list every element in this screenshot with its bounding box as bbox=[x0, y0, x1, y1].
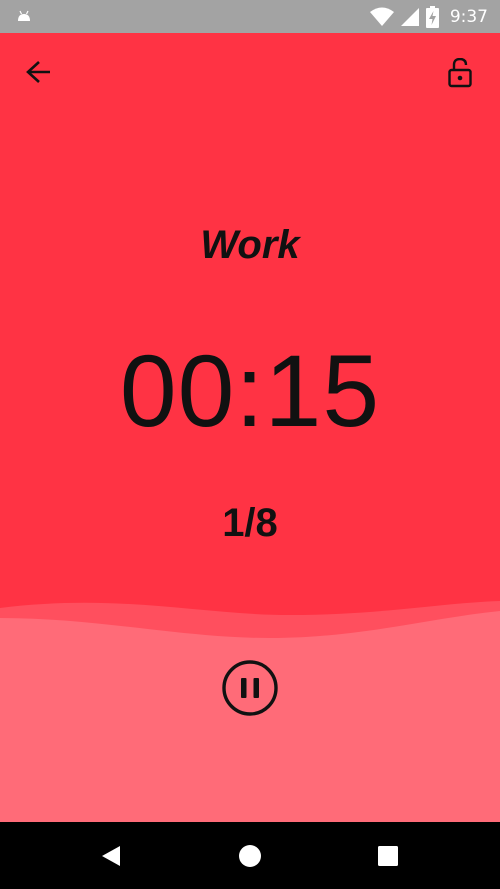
nav-recents-icon bbox=[378, 845, 398, 866]
unlock-icon bbox=[448, 58, 472, 88]
status-icons: 9:37 bbox=[369, 0, 488, 33]
phase-label: Work bbox=[200, 223, 300, 267]
screen: 9:37 Work 00:15 1/8 bbox=[0, 0, 500, 889]
cell-signal-icon bbox=[400, 7, 419, 26]
pause-button[interactable] bbox=[219, 657, 281, 719]
nav-back-icon bbox=[102, 845, 120, 866]
nav-home-icon bbox=[239, 844, 261, 867]
android-icon bbox=[18, 10, 30, 21]
timer-screen: Work 00:15 1/8 bbox=[0, 33, 500, 822]
nav-back-button[interactable] bbox=[81, 822, 141, 889]
status-time: 9:37 bbox=[449, 6, 488, 27]
battery-charging-icon bbox=[425, 5, 439, 28]
nav-recents-button[interactable] bbox=[358, 822, 418, 889]
wifi-icon bbox=[369, 7, 394, 26]
pause-circle-icon bbox=[222, 660, 278, 716]
back-button[interactable] bbox=[20, 57, 58, 87]
status-bar: 9:37 bbox=[0, 0, 500, 33]
round-counter: 1/8 bbox=[222, 501, 278, 545]
lock-button[interactable] bbox=[440, 53, 480, 93]
nav-home-button[interactable] bbox=[220, 822, 280, 889]
timer-display: 00:15 bbox=[119, 334, 381, 448]
arrow-left-icon bbox=[26, 61, 50, 83]
navigation-bar bbox=[0, 822, 500, 889]
